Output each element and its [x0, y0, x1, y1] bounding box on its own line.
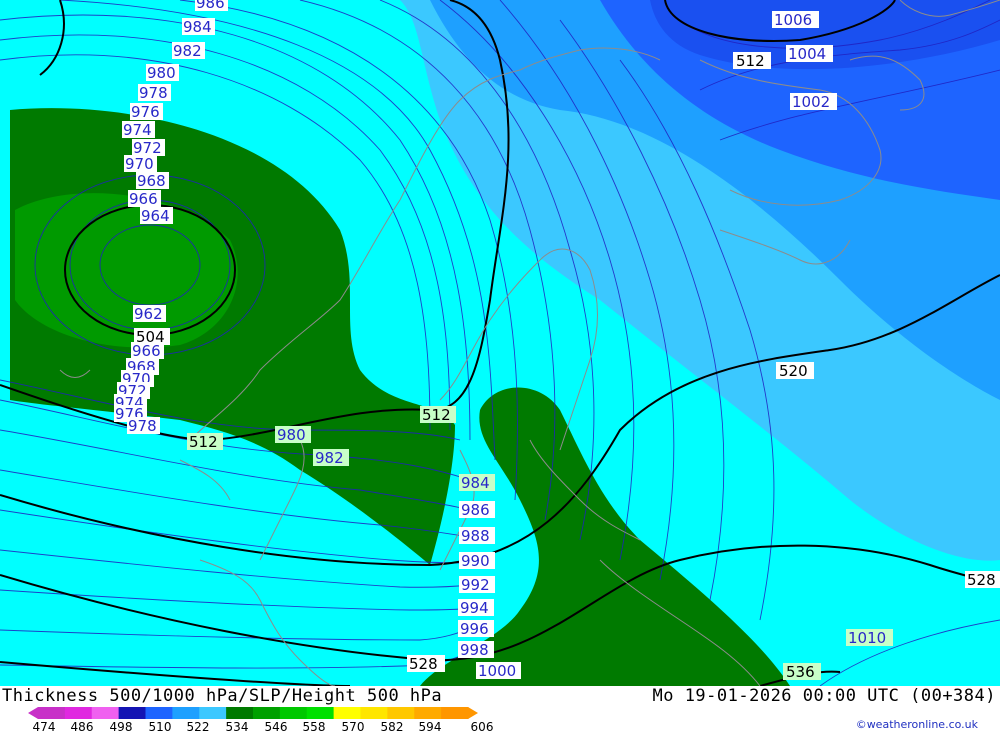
scale-swatch [279, 707, 308, 719]
height-label: 512 [736, 52, 765, 70]
slp-label: 976 [131, 103, 160, 121]
scale-swatch [64, 707, 93, 719]
slp-label: 994 [460, 599, 489, 617]
height-label: 536 [786, 663, 815, 681]
scale-tick: 582 [380, 720, 404, 734]
slp-label: 998 [460, 641, 489, 659]
scale-tick: 510 [148, 720, 172, 734]
slp-label: 964 [141, 207, 170, 225]
slp-label: 1006 [774, 11, 812, 29]
scale-swatch [306, 707, 335, 719]
height-label: 512 [189, 433, 218, 451]
scale-tick: 522 [186, 720, 210, 734]
scale-swatch [360, 707, 388, 719]
scale-swatch [145, 707, 173, 719]
scale-swatch [253, 707, 281, 719]
height-label: 528 [409, 655, 438, 673]
slp-label: 966 [129, 190, 158, 208]
slp-label: 982 [173, 42, 202, 60]
scale-tick: 474 [32, 720, 56, 734]
scale-tick: 606 [470, 720, 494, 734]
color-scale-labels: 474 486 498 510 522 534 546 558 570 582 … [30, 720, 510, 734]
slp-label: 1002 [792, 93, 830, 111]
slp-label: 986 [196, 0, 225, 12]
credit-link[interactable]: ©weatheronline.co.uk [856, 718, 978, 731]
slp-label: 982 [315, 449, 344, 467]
height-label: 504 [136, 328, 165, 346]
map-datetime: Mo 19-01-2026 00:00 UTC (00+384) [652, 686, 996, 706]
height-label: 528 [967, 571, 996, 589]
scale-swatch [91, 707, 120, 719]
slp-label: 980 [147, 64, 176, 82]
scale-swatch [118, 707, 146, 719]
scale-tick: 570 [341, 720, 365, 734]
scale-swatch [38, 707, 66, 719]
scale-tick: 498 [109, 720, 133, 734]
weather-map: 986 984 982 980 978 976 974 972 970 968 … [0, 0, 1000, 686]
scale-tick: 558 [302, 720, 326, 734]
slp-label: 978 [139, 84, 168, 102]
slp-label: 986 [461, 501, 490, 519]
scale-arrow-left [28, 707, 38, 719]
scale-swatch [387, 707, 415, 719]
map-title: Thickness 500/1000 hPa/SLP/Height 500 hP… [2, 686, 443, 706]
scale-swatch [441, 707, 469, 719]
scale-swatch [172, 707, 200, 719]
color-scale-bar [28, 707, 478, 719]
slp-label: 992 [461, 576, 490, 594]
scale-tick: 594 [418, 720, 442, 734]
slp-label: 970 [125, 155, 154, 173]
slp-label: 990 [461, 552, 490, 570]
slp-label: 984 [183, 18, 212, 36]
slp-label: 1004 [788, 45, 826, 63]
slp-label: 984 [461, 474, 490, 492]
height-label: 512 [422, 406, 451, 424]
scale-tick: 546 [264, 720, 288, 734]
height-label: 520 [779, 362, 808, 380]
slp-label: 978 [128, 417, 157, 435]
scale-swatch [199, 707, 227, 719]
scale-swatch [226, 707, 254, 719]
slp-label: 962 [134, 305, 163, 323]
slp-label: 1000 [478, 662, 516, 680]
scale-swatch [333, 707, 361, 719]
slp-label: 996 [460, 620, 489, 638]
slp-label: 968 [137, 172, 166, 190]
slp-label: 980 [277, 426, 306, 444]
slp-label: 1010 [848, 629, 886, 647]
scale-swatch [414, 707, 442, 719]
scale-tick: 534 [225, 720, 249, 734]
scale-arrow-right [468, 707, 478, 719]
scale-tick: 486 [70, 720, 94, 734]
slp-label: 974 [123, 121, 152, 139]
slp-label: 988 [461, 527, 490, 545]
